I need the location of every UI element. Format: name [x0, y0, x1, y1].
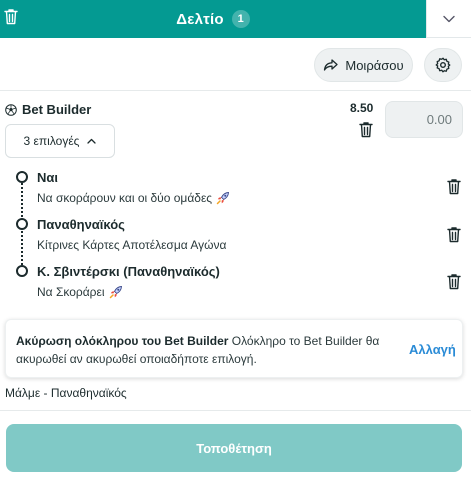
share-label: Μοιράσου: [345, 57, 404, 73]
selection-title: Παναθηναϊκός: [37, 217, 125, 232]
change-link[interactable]: Αλλαγή: [409, 341, 456, 359]
selection-market-label: Να Σκοράρει: [37, 285, 105, 299]
selection-dot: [16, 171, 28, 183]
selection-market-label: Να σκοράρουν και οι δύο ομάδες: [37, 191, 213, 205]
place-bet-button[interactable]: Τοποθέτηση: [6, 424, 462, 472]
trash-icon[interactable]: [447, 178, 463, 196]
rocket-icon: [109, 286, 122, 299]
void-rule-text: Ακύρωση ολόκληρου του Bet Builder Ολόκλη…: [16, 332, 396, 368]
divider: [0, 410, 471, 411]
rocket-icon: [216, 192, 230, 205]
selection-market: Να σκοράρουν και οι δύο ομάδες: [37, 191, 230, 205]
betslip-title: Δελτίο: [176, 10, 224, 28]
betslip-header: Δελτίο 1: [0, 0, 471, 38]
betslip-title-bar[interactable]: Δελτίο 1: [0, 0, 426, 38]
trash-icon[interactable]: [2, 6, 20, 26]
trash-icon[interactable]: [447, 273, 463, 291]
selection-dot: [16, 218, 28, 230]
share-button[interactable]: Μοιράσου: [314, 48, 413, 82]
football-icon: [5, 104, 17, 116]
selection-market: Κίτρινες Κάρτες Αποτέλεσμα Αγώνα: [37, 238, 226, 252]
gear-icon: [435, 57, 451, 73]
chevron-down-icon: [443, 15, 455, 22]
void-rule-info-box: Ακύρωση ολόκληρου του Bet Builder Ολόκλη…: [5, 319, 463, 378]
selection-dot: [16, 265, 28, 277]
selection-market-label: Κίτρινες Κάρτες Αποτέλεσμα Αγώνα: [37, 238, 227, 252]
selection-title: Κ. Σβιντέρσκι (Παναθηναϊκός): [37, 264, 220, 279]
selections-toggle-label: 3 επιλογές: [23, 134, 80, 148]
share-arrow-icon: [324, 59, 339, 71]
selections-toggle-button[interactable]: 3 επιλογές: [5, 124, 115, 158]
trash-icon[interactable]: [447, 226, 463, 244]
void-rule-heading: Ακύρωση ολόκληρου του Bet Builder: [16, 334, 229, 348]
match-name: Μάλμε - Παναθηναϊκός: [5, 386, 127, 400]
trash-icon[interactable]: [359, 121, 375, 139]
selection-market: Να Σκοράρει: [37, 285, 123, 299]
chevron-up-icon: [87, 138, 97, 144]
selection-title: Ναι: [37, 170, 58, 185]
combined-odds: 8.50: [350, 101, 374, 115]
stake-input[interactable]: [385, 101, 463, 138]
betslip-toolbar: Μοιράσου: [0, 38, 471, 91]
settings-button[interactable]: [424, 48, 462, 82]
selection-count-badge: 1: [231, 10, 250, 28]
collapse-button[interactable]: [426, 0, 471, 38]
bet-builder-title: Bet Builder: [22, 102, 92, 117]
